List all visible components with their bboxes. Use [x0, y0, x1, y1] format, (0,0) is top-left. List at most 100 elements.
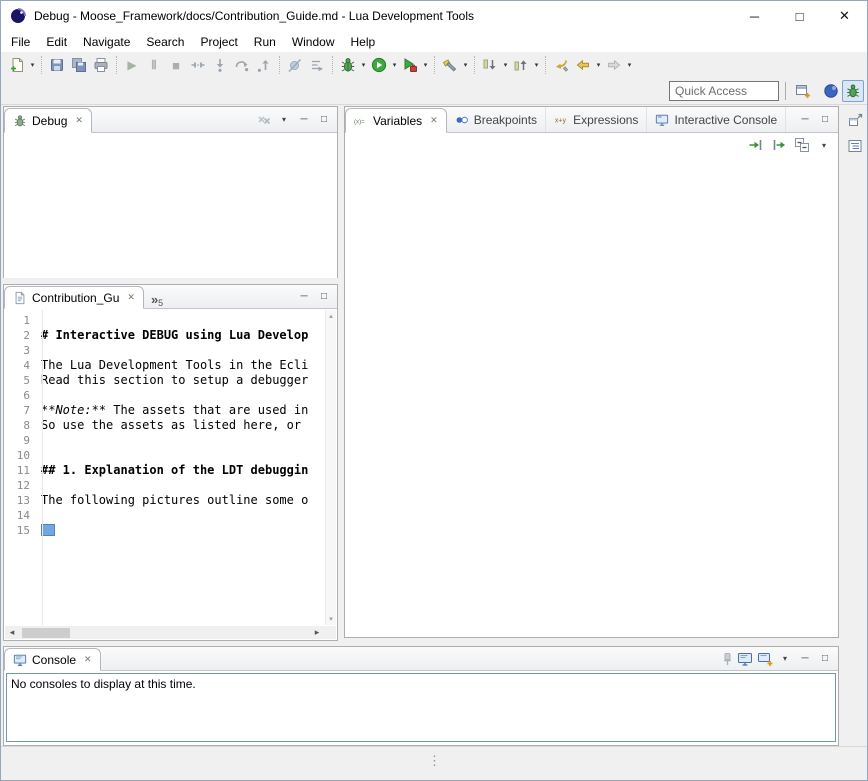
tab-overflow-indicator[interactable]: »5: [144, 289, 170, 308]
editor-content[interactable]: 1 2# Interactive DEBUG using Lua Develop…: [5, 310, 324, 625]
maximize-view-button[interactable]: □: [315, 288, 333, 306]
scrollbar-thumb[interactable]: [22, 628, 70, 638]
back-dropdown-icon[interactable]: ▾: [594, 61, 603, 69]
view-menu-icon[interactable]: ▾: [815, 136, 833, 154]
maximize-view-button[interactable]: □: [816, 111, 834, 129]
editor-line: 4The Lua Development Tools in the Ecli: [5, 358, 324, 373]
external-tools-button[interactable]: [399, 54, 421, 76]
tab-close-icon[interactable]: ✕: [430, 115, 438, 126]
save-button[interactable]: [46, 54, 68, 76]
debug-dropdown-icon[interactable]: ▾: [359, 61, 368, 69]
previous-annotation-dropdown-icon[interactable]: ▾: [532, 61, 541, 69]
minimize-view-button[interactable]: ─: [796, 111, 814, 129]
step-into-button[interactable]: [209, 54, 231, 76]
restore-view-button[interactable]: [844, 110, 866, 132]
step-return-button[interactable]: [253, 54, 275, 76]
forward-dropdown-icon[interactable]: ▾: [625, 61, 634, 69]
open-perspective-button[interactable]: [792, 80, 814, 102]
skip-breakpoints-button[interactable]: [284, 54, 306, 76]
disconnect-button[interactable]: [187, 54, 209, 76]
terminate-button[interactable]: ■: [165, 54, 187, 76]
print-button[interactable]: [90, 54, 112, 76]
debug-perspective-button[interactable]: [842, 80, 864, 102]
console-content[interactable]: No consoles to display at this time.: [6, 673, 836, 742]
scroll-down-icon[interactable]: ▾: [329, 613, 333, 625]
tab-expressions[interactable]: x+y Expressions: [546, 107, 647, 132]
debug-button[interactable]: [337, 54, 359, 76]
search-button[interactable]: [439, 54, 461, 76]
run-button[interactable]: [368, 54, 390, 76]
last-edit-location-button[interactable]: [550, 54, 572, 76]
view-menu-icon[interactable]: ▾: [275, 111, 293, 129]
editor-line: 12: [5, 478, 324, 493]
horizontal-scrollbar[interactable]: ◂ ▸: [5, 626, 324, 639]
variables-content[interactable]: [346, 157, 837, 636]
next-annotation-button[interactable]: [479, 54, 501, 76]
run-dropdown-icon[interactable]: ▾: [390, 61, 399, 69]
console-message: No consoles to display at this time.: [11, 677, 196, 691]
toolbar-separator: [474, 56, 475, 74]
menu-edit[interactable]: Edit: [38, 32, 75, 52]
minimize-button[interactable]: ─: [732, 1, 777, 31]
maximize-view-button[interactable]: □: [816, 650, 834, 668]
tab-debug[interactable]: Debug ✕: [4, 108, 92, 133]
resume-button[interactable]: ▶: [121, 54, 143, 76]
tab-label: Variables: [373, 114, 422, 128]
pin-console-button[interactable]: [716, 650, 734, 668]
maximize-view-button[interactable]: □: [315, 111, 333, 129]
tab-variables[interactable]: (x)= Variables ✕: [345, 108, 447, 133]
tab-breakpoints[interactable]: Breakpoints: [447, 107, 546, 132]
vertical-scrollbar[interactable]: ▴ ▾: [325, 310, 336, 625]
minimize-view-button[interactable]: ─: [295, 288, 313, 306]
menu-project[interactable]: Project: [192, 32, 245, 52]
tab-console[interactable]: Console ✕: [4, 648, 101, 671]
menu-help[interactable]: Help: [343, 32, 384, 52]
minimize-view-button[interactable]: ─: [295, 111, 313, 129]
menu-window[interactable]: Window: [284, 32, 343, 52]
sash-grip-icon[interactable]: ⋮: [428, 753, 440, 769]
back-button[interactable]: [572, 54, 594, 76]
suspend-button[interactable]: Ⅱ: [143, 54, 165, 76]
collapse-all-button[interactable]: [792, 135, 812, 155]
run-icon: [371, 57, 387, 73]
save-all-button[interactable]: [68, 54, 90, 76]
scroll-up-icon[interactable]: ▴: [329, 310, 333, 322]
next-annotation-dropdown-icon[interactable]: ▾: [501, 61, 510, 69]
external-tools-dropdown-icon[interactable]: ▾: [421, 61, 430, 69]
forward-button[interactable]: [603, 54, 625, 76]
line-number: 7: [5, 403, 36, 418]
outline-view-button[interactable]: [844, 135, 866, 157]
line-number: 3: [5, 343, 36, 358]
open-console-dropdown-icon[interactable]: ▾: [776, 650, 794, 668]
quick-access-input[interactable]: [669, 81, 779, 101]
search-dropdown-icon[interactable]: ▾: [461, 61, 470, 69]
step-filters-button[interactable]: [306, 54, 328, 76]
menu-run[interactable]: Run: [246, 32, 284, 52]
menu-search[interactable]: Search: [138, 32, 192, 52]
menu-navigate[interactable]: Navigate: [75, 32, 138, 52]
tab-interactive-console[interactable]: Interactive Console: [647, 107, 786, 132]
new-dropdown-icon[interactable]: ▾: [28, 61, 37, 69]
scroll-left-icon[interactable]: ◂: [5, 627, 19, 638]
import-button[interactable]: [746, 135, 766, 155]
open-console-button[interactable]: [756, 650, 774, 668]
export-button[interactable]: [769, 135, 789, 155]
tab-close-icon[interactable]: ✕: [75, 115, 83, 126]
close-button[interactable]: ✕: [822, 1, 867, 31]
tab-contribution-guide[interactable]: Contribution_Gu ✕: [4, 286, 144, 309]
debug-view-content[interactable]: [4, 133, 337, 278]
console-tabbar: Console ✕ ▾ ─ □: [4, 647, 838, 671]
scroll-right-icon[interactable]: ▸: [310, 627, 324, 638]
new-wizard-button[interactable]: [6, 54, 28, 76]
menu-file[interactable]: File: [3, 32, 38, 52]
tab-close-icon[interactable]: ✕: [84, 654, 92, 665]
step-over-button[interactable]: [231, 54, 253, 76]
display-console-button[interactable]: [736, 650, 754, 668]
remove-terminated-button[interactable]: [255, 111, 273, 129]
tab-close-icon[interactable]: ✕: [127, 292, 135, 303]
maximize-button[interactable]: □: [777, 1, 822, 31]
editor-line: 15: [5, 523, 324, 538]
lua-perspective-button[interactable]: [820, 80, 842, 102]
minimize-view-button[interactable]: ─: [796, 650, 814, 668]
previous-annotation-button[interactable]: [510, 54, 532, 76]
